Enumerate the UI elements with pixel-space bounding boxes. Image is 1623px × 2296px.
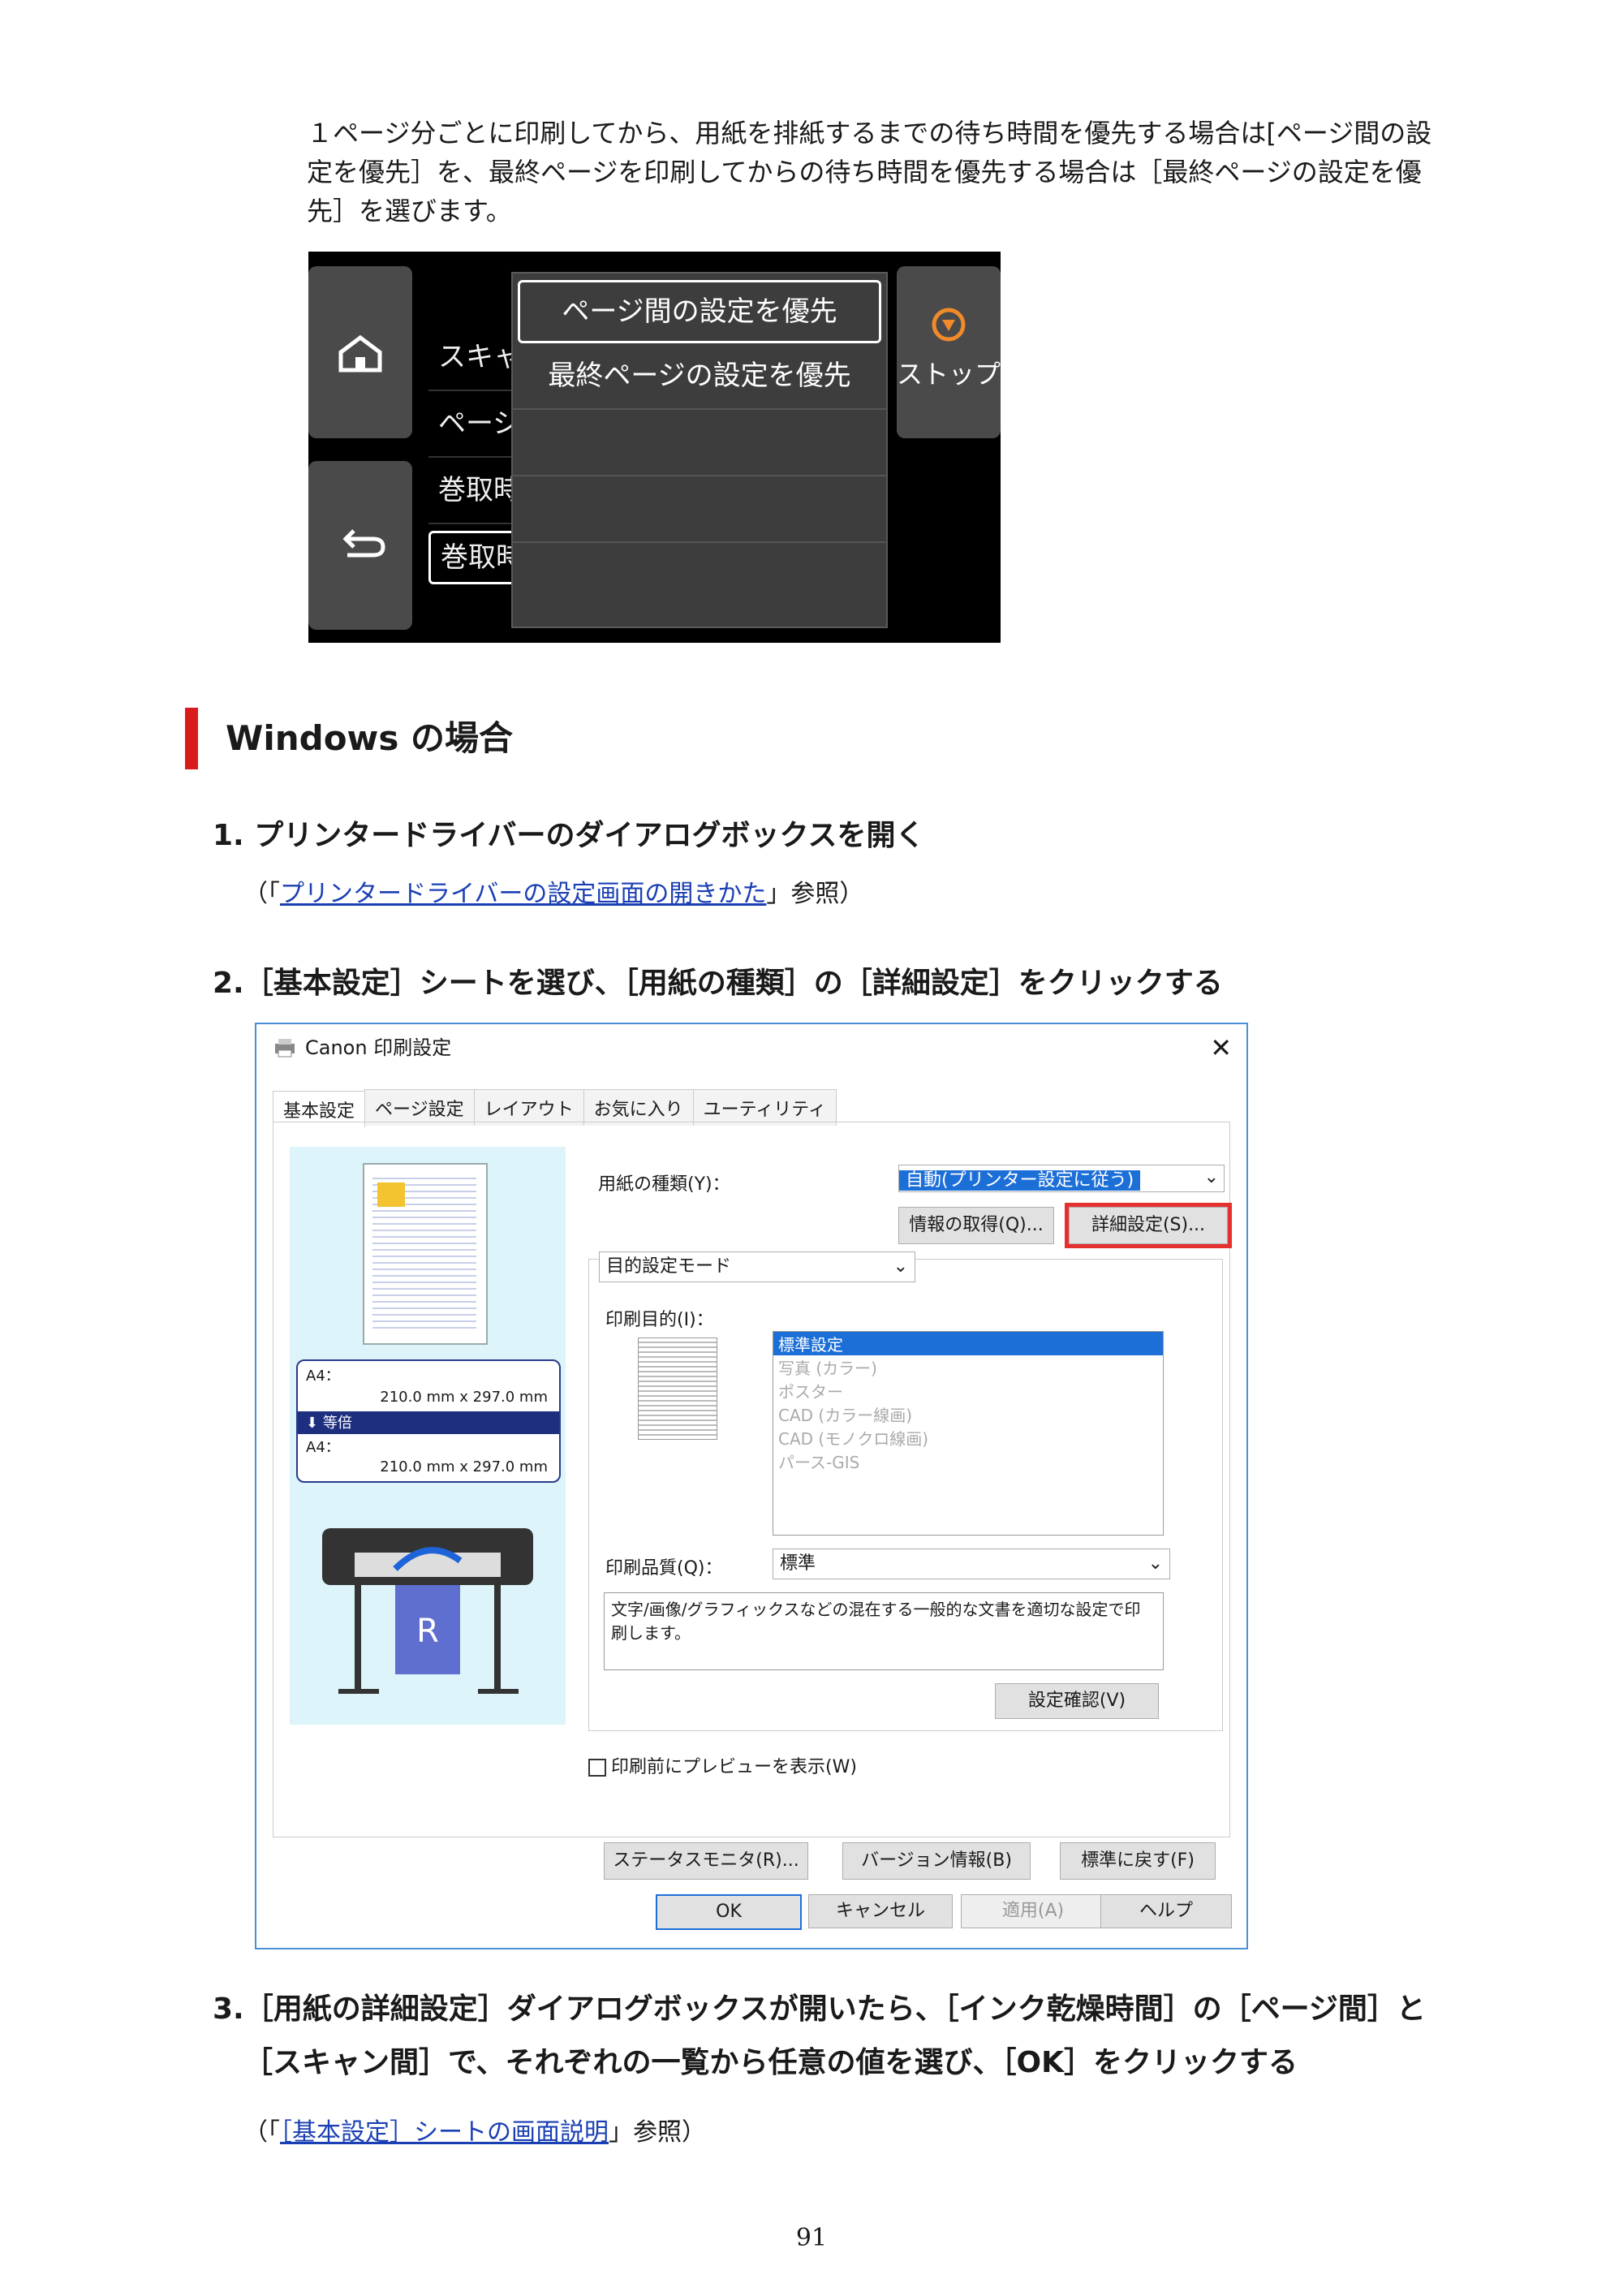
operation-panel-screenshot: スキャ ページ 巻取時 巻取時 ページ間の設定を優先 最終ページの設定を優先 ス…: [308, 252, 1001, 643]
home-icon: [338, 334, 382, 373]
mode-value: 目的設定モード: [606, 1256, 732, 1277]
status-monitor-button[interactable]: ステータスモニタ(R)...: [604, 1842, 808, 1880]
back-button[interactable]: [308, 461, 412, 630]
stop-icon: [932, 308, 966, 342]
purpose-label: 印刷目的(I)：: [605, 1310, 714, 1330]
printer-illustration: R: [322, 1528, 533, 1694]
media-type-select[interactable]: 自動(プリンター設定に従う) ⌄: [898, 1165, 1225, 1192]
driver-open-link[interactable]: プリンタードライバーの設定画面の開きかた: [280, 880, 766, 908]
chevron-down-icon: ⌄: [1147, 1553, 1163, 1574]
image-thumbnail-icon: [377, 1182, 405, 1207]
output-paper-label: A4：: [306, 1439, 340, 1456]
purpose-item[interactable]: パース-GIS: [773, 1450, 1163, 1473]
option-page-priority[interactable]: ページ間の設定を優先: [518, 280, 881, 343]
purpose-item[interactable]: CAD (カラー線画): [773, 1402, 1163, 1426]
mode-select[interactable]: 目的設定モード ⌄: [599, 1251, 915, 1282]
help-button[interactable]: ヘルプ: [1100, 1894, 1232, 1928]
ref-open: （「: [243, 2118, 280, 2147]
page-preview: [363, 1163, 488, 1345]
svg-text:R: R: [416, 1613, 439, 1650]
printer-icon: [275, 1039, 295, 1058]
preview-option[interactable]: 印刷前にプレビューを表示(W): [588, 1752, 857, 1778]
ref-open: （「: [243, 880, 280, 908]
get-info-button[interactable]: 情報の取得(Q)...: [898, 1207, 1054, 1244]
step-3-ref: （「［基本設定］シートの画面説明」参照）: [243, 2115, 706, 2151]
preview-panel: A4： 210.0 mm x 297.0 mm ⬇ 等倍 A4： 210.0 m…: [290, 1147, 566, 1725]
tab-utility[interactable]: ユーティリティ: [692, 1089, 837, 1126]
section-title: Windows の場合: [226, 718, 513, 758]
quality-value: 標準: [780, 1553, 816, 1574]
media-type-value: 自動(プリンター設定に従う): [899, 1170, 1141, 1191]
dialog-body: A4： 210.0 mm x 297.0 mm ⬇ 等倍 A4： 210.0 m…: [273, 1122, 1230, 1837]
stop-button[interactable]: ストップ: [897, 266, 1001, 438]
heading-bar: [185, 708, 198, 769]
step-1-ref: （「プリンタードライバーの設定画面の開きかた」参照）: [243, 877, 863, 912]
intro-line: １ページ分ごとに印刷してから、用紙を排紙するまでの待ち時間を優先する場合は[ペー…: [307, 118, 1432, 149]
purpose-item[interactable]: 写真 (カラー): [773, 1355, 1163, 1379]
chevron-down-icon: ⌄: [1203, 1167, 1219, 1187]
option-popup: ページ間の設定を優先 最終ページの設定を優先: [511, 272, 888, 628]
purpose-item[interactable]: ポスター: [773, 1379, 1163, 1402]
advanced-settings-button[interactable]: 詳細設定(S)...: [1069, 1207, 1228, 1244]
basic-sheet-link[interactable]: ［基本設定］シートの画面説明: [280, 2118, 609, 2147]
ref-close: 」参照）: [609, 2118, 706, 2147]
description-box: 文字/画像/グラフィックスなどの混在する一般的な文書を適切な設定で印刷します。: [604, 1592, 1164, 1670]
quality-select[interactable]: 標準 ⌄: [773, 1549, 1170, 1579]
apply-button[interactable]: 適用(A): [961, 1894, 1105, 1928]
source-paper-label: A4：: [306, 1368, 340, 1385]
media-type-label: 用紙の種類(Y)：: [598, 1174, 730, 1195]
home-button[interactable]: [308, 266, 412, 438]
option-empty: [513, 476, 886, 543]
ok-button[interactable]: OK: [656, 1894, 802, 1930]
page-number: 91: [795, 2224, 828, 2252]
output-paper-size: 210.0 mm x 297.0 mm: [380, 1458, 548, 1475]
tab-favorites[interactable]: お気に入り: [583, 1089, 694, 1126]
description-text: 文字/画像/グラフィックスなどの混在する一般的な文書を適切な設定で印刷します。: [611, 1600, 1141, 1643]
tab-page-setup[interactable]: ページ設定: [364, 1089, 475, 1126]
source-paper-size: 210.0 mm x 297.0 mm: [380, 1389, 548, 1406]
step-3-line1: 3.［用紙の詳細設定］ダイアログボックスが開いたら、［インク乾燥時間］の［ページ…: [213, 1992, 1426, 2026]
ref-close: 」参照）: [766, 880, 864, 908]
purpose-item[interactable]: 標準設定: [773, 1332, 1163, 1355]
step-3-line2: ［スキャン間］で、それぞれの一覧から任意の値を選び、［OK］をクリックする: [243, 2046, 1298, 2079]
step-2: 2.［基本設定］シートを選び、［用紙の種類］の［詳細設定］をクリックする: [213, 967, 1223, 1000]
purpose-thumbnail: [638, 1338, 717, 1440]
paper-size-box: A4： 210.0 mm x 297.0 mm ⬇ 等倍 A4： 210.0 m…: [296, 1359, 561, 1483]
step-1: 1. プリンタードライバーのダイアログボックスを開く: [213, 819, 925, 852]
cancel-button[interactable]: キャンセル: [808, 1894, 953, 1928]
preview-checkbox-label: 印刷前にプレビューを表示(W): [611, 1757, 857, 1777]
scale-label: 等倍: [322, 1415, 352, 1432]
intro-paragraph: １ページ分ごとに印刷してから、用紙を排紙するまでの待ち時間を優先する場合は[ペー…: [307, 114, 1475, 230]
confirm-settings-button[interactable]: 設定確認(V): [995, 1683, 1159, 1719]
close-icon[interactable]: ✕: [1210, 1024, 1232, 1071]
dialog-title: Canon 印刷設定: [305, 1036, 452, 1059]
dialog-titlebar: Canon 印刷設定 ✕: [256, 1024, 1246, 1071]
quality-label: 印刷品質(Q)：: [605, 1558, 723, 1579]
checkbox-icon[interactable]: [588, 1759, 606, 1777]
intro-line: 定を優先］を、最終ページを印刷してからの待ち時間を優先する場合は［最終ページの設…: [307, 157, 1422, 187]
purpose-group: 目的設定モード ⌄ 印刷目的(I)： 標準設定 写真 (カラー) ポスター CA…: [588, 1251, 1223, 1731]
intro-line: 先］を選びます。: [307, 196, 512, 226]
stop-label: ストップ: [897, 359, 1001, 390]
back-icon: [342, 529, 385, 558]
chevron-down-icon: ⌄: [893, 1256, 908, 1277]
dialog-tabs: 基本設定 ページ設定 レイアウト お気に入り ユーティリティ: [273, 1089, 837, 1127]
tab-layout[interactable]: レイアウト: [473, 1089, 584, 1126]
option-empty: [513, 410, 886, 476]
option-last-page-priority[interactable]: 最終ページの設定を優先: [513, 343, 886, 410]
purpose-list[interactable]: 標準設定 写真 (カラー) ポスター CAD (カラー線画) CAD (モノクロ…: [773, 1331, 1164, 1536]
version-info-button[interactable]: バージョン情報(B): [842, 1842, 1031, 1880]
print-settings-dialog: Canon 印刷設定 ✕ 基本設定 ページ設定 レイアウト お気に入り ユーティリティ …: [255, 1023, 1248, 1949]
purpose-item[interactable]: CAD (モノクロ線画): [773, 1426, 1163, 1450]
arrow-down-icon: ⬇: [306, 1415, 319, 1432]
restore-defaults-button[interactable]: 標準に戻す(F): [1060, 1842, 1216, 1880]
